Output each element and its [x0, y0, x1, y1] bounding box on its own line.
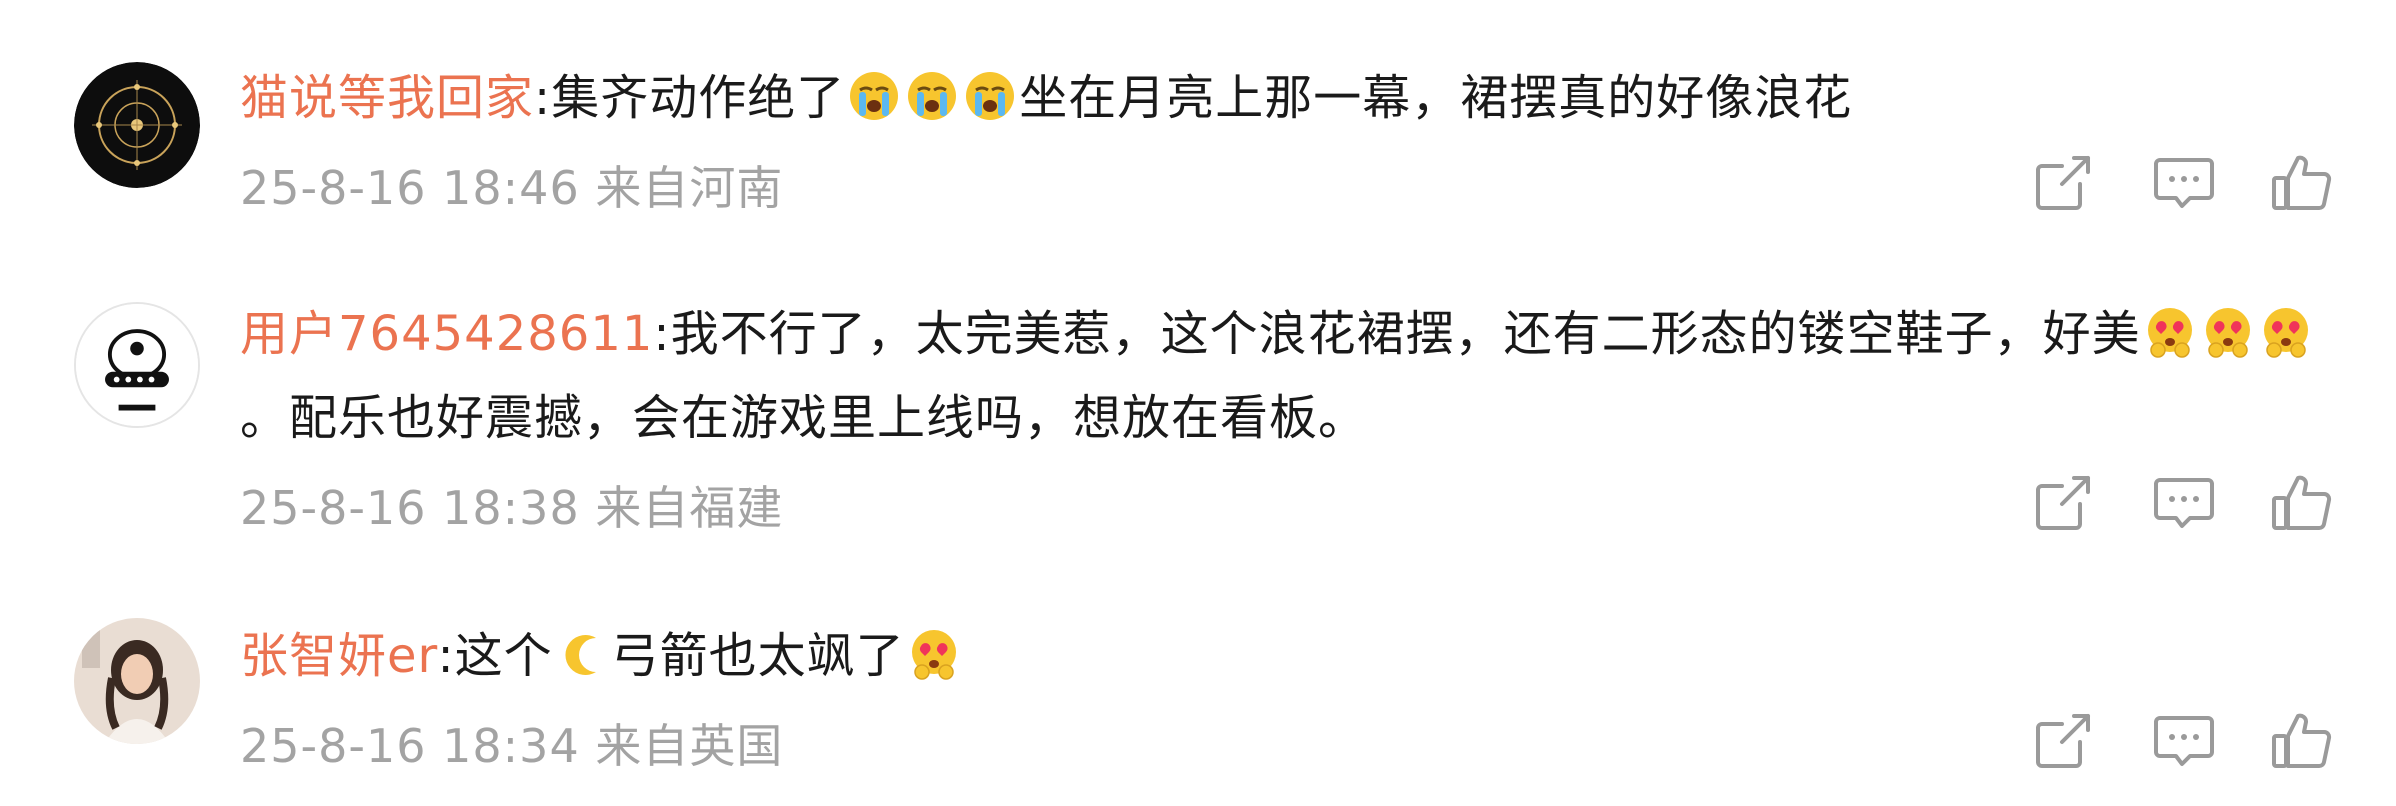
loudly-crying-face-icon [906, 70, 958, 122]
share-button[interactable] [2032, 470, 2096, 534]
timestamp: 25-8-16 18:38 [240, 481, 580, 535]
comment-body: 这个 [454, 628, 553, 684]
comment-button[interactable] [2152, 708, 2216, 772]
comment-body: 我不行了，太完美惹，这个浪花裙摆，还有二形态的镂空鞋子，好美 [670, 306, 2141, 362]
comment-button[interactable] [2152, 470, 2216, 534]
loudly-crying-face-icon [848, 70, 900, 122]
timestamp: 25-8-16 18:46 [240, 161, 580, 215]
username-link[interactable]: 猫说等我回家 [240, 70, 534, 126]
comment-text: 猫说等我回家:集齐动作绝了 坐在月亮上那一幕，裙摆真的好像浪花 [240, 70, 1853, 126]
avatar[interactable] [74, 302, 200, 428]
like-button[interactable] [2270, 470, 2334, 534]
share-icon [2036, 156, 2090, 210]
comment-meta: 25-8-16 18:46 来自河南 [240, 152, 783, 218]
location: 来自河南 [595, 161, 784, 215]
comment-body: 坐在月亮上那一幕，裙摆真的好像浪花 [1019, 70, 1853, 126]
comment-body: 。配乐也好震撼，会在游戏里上线吗，想放在看板。 [240, 390, 1368, 446]
comment-icon [2154, 478, 2214, 528]
username-link[interactable]: 用户7645428611 [240, 306, 653, 362]
avatar[interactable] [74, 62, 200, 188]
avatar[interactable] [74, 618, 200, 744]
location: 来自英国 [595, 719, 784, 773]
share-icon [2036, 476, 2090, 530]
like-button[interactable] [2270, 708, 2334, 772]
comment-body: 集齐动作绝了 [551, 70, 846, 126]
heart-eyes-pleading-face-icon [2260, 306, 2312, 358]
heart-eyes-pleading-face-icon [2202, 306, 2254, 358]
crescent-moon-icon [556, 628, 608, 680]
comment-icon [2154, 158, 2214, 208]
comment-icon [2154, 716, 2214, 766]
like-icon [2272, 155, 2332, 210]
comment-text: 用户7645428611:我不行了，太完美惹，这个浪花裙摆，还有二形态的镂空鞋子… [240, 292, 2340, 460]
loudly-crying-face-icon [964, 70, 1016, 122]
comment-body: 弓箭也太飒了 [610, 628, 905, 684]
timestamp: 25-8-16 18:34 [240, 719, 580, 773]
comment-meta: 25-8-16 18:34 来自英国 [240, 710, 783, 776]
share-icon [2036, 714, 2090, 768]
location: 来自福建 [595, 481, 784, 535]
share-button[interactable] [2032, 708, 2096, 772]
comment-button[interactable] [2152, 150, 2216, 214]
comment-meta: 25-8-16 18:38 来自福建 [240, 472, 783, 538]
like-icon [2272, 475, 2332, 530]
username-link[interactable]: 张智妍er [240, 628, 437, 684]
heart-eyes-pleading-face-icon [908, 628, 960, 680]
like-button[interactable] [2270, 150, 2334, 214]
comment-text: 张智妍er:这个 弓箭也太飒了 [240, 614, 2340, 698]
share-button[interactable] [2032, 150, 2096, 214]
like-icon [2272, 713, 2332, 768]
heart-eyes-pleading-face-icon [2144, 306, 2196, 358]
